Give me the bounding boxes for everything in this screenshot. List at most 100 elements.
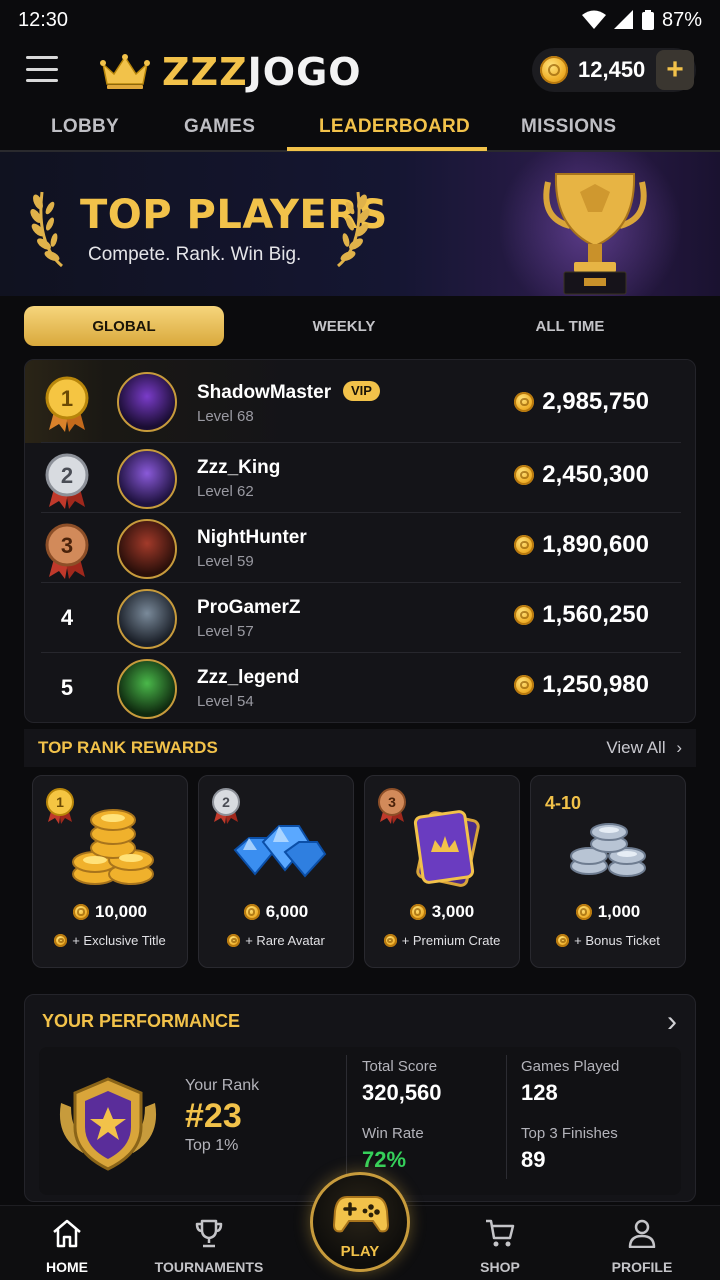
win-rate-label: Win Rate [362, 1125, 424, 1142]
player-level: Level 62 [197, 483, 254, 500]
avatar [117, 372, 177, 432]
leaderboard-row[interactable]: 1 ShadowMaster VIP Level 68 2,985,750 [25, 360, 695, 443]
gold-coins-icon [72, 809, 154, 885]
coin-icon [227, 934, 241, 947]
play-label: PLAY [340, 1243, 380, 1260]
tab-lobby[interactable]: LOBBY [51, 116, 119, 138]
coin-icon [409, 904, 426, 920]
silver-medal-icon: 2 [45, 453, 89, 509]
coin-icon [575, 904, 592, 920]
laurel-right-icon [337, 191, 370, 268]
app-header: ZZZJOGO 12,450 + [0, 40, 720, 102]
battery-percent: 87% [661, 8, 702, 31]
your-rank-label: Your Rank [185, 1077, 260, 1094]
main-tabs: LOBBY GAMES LEADERBOARD MISSIONS [0, 102, 720, 152]
avatar [117, 589, 177, 649]
filter-global[interactable]: GLOBAL [24, 306, 224, 346]
rewards-header: TOP RANK REWARDS View All › [24, 729, 696, 767]
coin-icon [383, 934, 397, 947]
card-crate-icon [413, 810, 480, 887]
total-score-value: 320,560 [362, 1080, 442, 1105]
svg-text:3: 3 [388, 794, 396, 810]
total-score-label: Total Score [362, 1058, 438, 1075]
rank-range-badge: 4-10 [545, 793, 582, 813]
games-played-label: Games Played [521, 1058, 620, 1075]
coin-icon [243, 904, 260, 920]
reward-amount: 10,000 [95, 902, 147, 921]
svg-text:2: 2 [222, 794, 230, 810]
player-level: Level 54 [197, 693, 254, 710]
tab-leaderboard[interactable]: LEADERBOARD [319, 116, 470, 138]
reward-extra: + Exclusive Title [72, 933, 166, 948]
avatar [117, 659, 177, 719]
leaderboard-row[interactable]: 3 NightHunter Level 59 1,890,600 [25, 513, 695, 583]
filter-all-time[interactable]: ALL TIME [470, 306, 670, 346]
player-level: Level 57 [197, 623, 254, 640]
reward-card[interactable]: 2 6,000 + Rare Avatar [198, 775, 354, 968]
nav-tournaments[interactable]: TOURNAMENTS [144, 1218, 274, 1275]
coin-icon [73, 904, 89, 920]
player-score: 1,250,980 [542, 671, 649, 698]
player-name: Zzz_legend [197, 667, 300, 688]
player-level: Level 68 [197, 408, 254, 425]
player-score: 1,560,250 [542, 601, 649, 628]
leaderboard-filter: GLOBAL WEEKLY ALL TIME [24, 306, 696, 346]
brand-second: JOGO [247, 50, 362, 94]
reward-card[interactable]: 1 10,000 + Exclusive Title [32, 775, 188, 968]
reward-extra: + Rare Avatar [245, 933, 325, 948]
coin-icon [514, 465, 535, 485]
svg-text:2: 2 [61, 463, 73, 488]
wifi-icon [581, 10, 606, 29]
brand-logo: ZZZJOGO [100, 50, 362, 94]
player-name: ShadowMaster [197, 382, 332, 403]
gamepad-icon [333, 1196, 389, 1233]
svg-text:3: 3 [61, 533, 73, 558]
home-icon [53, 1219, 81, 1248]
tab-missions[interactable]: MISSIONS [521, 116, 616, 138]
win-rate-value: 72% [362, 1147, 407, 1172]
bronze-medal-icon: 3 [45, 523, 89, 579]
reward-card[interactable]: 4-10 1,000 + Bonus Ticket [530, 775, 686, 968]
top-percent: Top 1% [185, 1137, 239, 1154]
avatar [117, 449, 177, 509]
player-name: NightHunter [197, 527, 307, 548]
leaderboard-row[interactable]: 4 ProGamerZ Level 57 1,560,250 [25, 583, 695, 653]
view-all-link[interactable]: View All › [606, 738, 682, 758]
leaderboard-row[interactable]: 2 Zzz_King Level 62 2,450,300 [25, 443, 695, 513]
chevron-right-icon: › [676, 738, 682, 757]
hero-subtitle: Compete. Rank. Win Big. [88, 244, 302, 265]
chevron-right-icon[interactable]: › [667, 1005, 677, 1039]
signal-icon [613, 10, 633, 29]
status-bar: 12:30 87% [0, 0, 720, 40]
player-name: ProGamerZ [197, 597, 301, 618]
silver-coins-icon [570, 823, 646, 877]
coin-icon [556, 934, 570, 947]
nav-profile[interactable]: PROFILE [577, 1218, 707, 1275]
nav-shop[interactable]: SHOP [435, 1218, 565, 1275]
rewards-title: TOP RANK REWARDS [38, 738, 218, 757]
performance-title: YOUR PERFORMANCE [42, 1011, 241, 1031]
gold-medal-icon: 1 [45, 376, 89, 432]
add-coins-button[interactable]: + [656, 50, 694, 90]
menu-icon[interactable] [26, 56, 58, 82]
tab-games[interactable]: GAMES [184, 116, 255, 138]
player-name: Zzz_King [197, 457, 281, 478]
hero-banner: TOP PLAYERS Compete. Rank. Win Big. [0, 152, 720, 296]
your-rank-value: #23 [185, 1097, 242, 1135]
filter-weekly[interactable]: WEEKLY [244, 306, 444, 346]
bronze-medal-icon: 3 [378, 788, 406, 824]
svg-text:1: 1 [61, 386, 73, 411]
reward-amount: 1,000 [597, 902, 641, 921]
player-level: Level 59 [197, 553, 254, 570]
crown-icon [100, 54, 150, 89]
svg-text:1: 1 [56, 794, 64, 810]
nav-home[interactable]: HOME [2, 1218, 132, 1275]
play-button[interactable]: PLAY [310, 1172, 410, 1272]
active-tab-indicator [287, 147, 487, 151]
reward-extra: + Premium Crate [401, 933, 501, 948]
user-icon [628, 1219, 656, 1249]
trophy-outline-icon [195, 1219, 223, 1248]
leaderboard-row[interactable]: 5 Zzz_legend Level 54 1,250,980 [25, 653, 695, 722]
coin-amount: 12,450 [578, 57, 646, 82]
reward-card[interactable]: 3 3,000 + Premium Crate [364, 775, 520, 968]
